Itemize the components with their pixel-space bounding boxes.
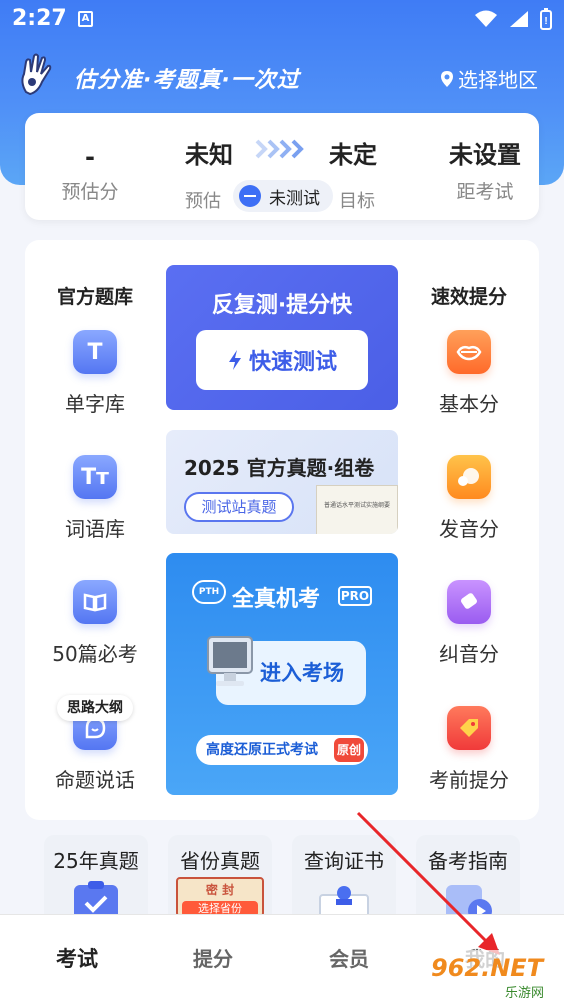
word-bank-label: 词语库	[65, 517, 125, 541]
battery-icon: !	[540, 8, 552, 30]
basic-score[interactable]: 基本分	[409, 330, 529, 417]
hand-logo-icon	[21, 53, 52, 96]
tab-exam[interactable]: 考试	[17, 943, 137, 973]
estimated-score-value: -	[85, 143, 95, 171]
book-icon	[73, 580, 117, 624]
score-card[interactable]: - 预估分 未知 未定 预估 未测试 目标 未设置 距考试	[25, 113, 539, 220]
lightning-icon	[228, 350, 241, 370]
exam-book-image: 普通话水平测试实施纲要	[316, 485, 398, 534]
select-province-tag: 选择省份	[182, 901, 258, 915]
official-exam-title: 2025 官方真题·组卷	[184, 456, 375, 480]
estimate-label: 预估	[185, 191, 221, 212]
correction-score[interactable]: 纠音分	[409, 580, 529, 667]
outline-tag: 思路大纲	[57, 695, 133, 721]
quick-link-province-exams[interactable]: 省份真题 密 封 选择省份	[168, 835, 272, 915]
slogan-text: 估分准·考题真·一次过	[74, 68, 300, 93]
watermark-sub: 乐游网	[505, 986, 545, 1001]
mock-exam-title: 全真机考	[232, 587, 321, 612]
pronunciation-label: 发音分	[439, 517, 499, 541]
notification-a-icon: A	[78, 11, 93, 27]
fifty-essays-label: 50篇必考	[52, 642, 138, 666]
exam-countdown-label: 距考试	[456, 181, 514, 203]
pre-exam-boost[interactable]: 考前提分	[409, 706, 529, 793]
text-t-icon: T	[73, 330, 117, 374]
site-watermark: 962.NET 乐游网	[425, 950, 560, 1001]
status-bar: 2:27 A !	[0, 0, 564, 40]
watermark-text: 962.NET	[431, 954, 544, 982]
pro-badge: PRO	[338, 586, 372, 606]
fifty-essays[interactable]: 50篇必考	[35, 580, 155, 667]
lips-icon	[447, 330, 491, 374]
original-badge: 原创	[334, 738, 364, 762]
target-status: 未定	[329, 141, 377, 169]
quick-test-button[interactable]: 快速测试	[196, 330, 368, 390]
quick-test-banner[interactable]: 反复测·提分快 快速测试	[166, 265, 398, 410]
wifi-icon	[475, 10, 497, 27]
svg-text:!: !	[544, 16, 547, 27]
realistic-exam-footer: 高度还原正式考试 原创	[196, 735, 368, 765]
correction-label: 纠音分	[439, 642, 499, 666]
quick-test-button-label: 快速测试	[248, 350, 337, 375]
quick-test-title: 反复测·提分快	[211, 293, 353, 318]
single-char-bank[interactable]: T 单字库	[35, 330, 155, 417]
tab-boost[interactable]: 提分	[153, 943, 273, 972]
pre-exam-label: 考前提分	[429, 768, 509, 792]
basic-score-label: 基本分	[439, 392, 499, 416]
mock-exam-banner[interactable]: PTH 全真机考 PRO 进入考场 高度还原正式考试 原创	[166, 553, 398, 795]
clipboard-check-icon	[74, 881, 118, 915]
sealed-envelope-icon: 密 封 选择省份	[176, 877, 264, 915]
sealed-text: 密 封	[205, 883, 235, 897]
single-char-label: 单字库	[65, 392, 125, 416]
book-title: 普通话水平测试实施纲要	[323, 502, 390, 509]
topic-speaking-label: 命题说话	[55, 768, 135, 792]
price-tag-icon	[447, 706, 491, 750]
test-station-button[interactable]: 测试站真题	[184, 492, 294, 522]
minus-circle-icon	[239, 185, 261, 207]
status-icons: !	[474, 8, 552, 30]
untested-pill[interactable]: 未测试	[233, 180, 333, 212]
main-feature-card: 官方题库 速效提分 T 单字库 Tт 词语库 50篇必考 命题说话 思路大纲 基…	[25, 240, 539, 820]
word-bank[interactable]: Tт 词语库	[35, 455, 155, 542]
quick-link-label: 省份真题	[180, 849, 260, 873]
slogan-row: 估分准·考题真·一次过 选择地区	[12, 52, 552, 100]
signal-icon	[510, 11, 528, 27]
estimate-status: 未知	[185, 141, 233, 169]
exam-date-status[interactable]: 未设置	[435, 135, 535, 170]
select-region-button[interactable]: 选择地区	[440, 64, 538, 93]
text-tt-icon: Tт	[73, 455, 117, 499]
official-exam-banner[interactable]: 2025 官方真题·组卷 测试站真题 普通话水平测试实施纲要	[166, 430, 398, 534]
pth-logo: PTH	[192, 580, 226, 604]
estimated-score-label: 预估分	[61, 181, 119, 203]
target-label: 目标	[339, 191, 375, 212]
region-label: 选择地区	[458, 68, 538, 92]
quick-link-label: 25年真题	[53, 849, 139, 873]
quick-boost-title: 速效提分	[430, 286, 507, 308]
annotation-arrow	[356, 811, 500, 955]
eraser-icon	[447, 580, 491, 624]
pronunciation-icon	[447, 455, 491, 499]
chevrons-right-icon	[255, 139, 304, 159]
location-pin-icon	[441, 70, 453, 87]
official-bank-title: 官方题库	[56, 286, 133, 308]
quick-link-2025-exams[interactable]: 25年真题	[44, 835, 148, 915]
computer-monitor-icon	[207, 636, 253, 686]
pronunciation-score[interactable]: 发音分	[409, 455, 529, 542]
status-time: 2:27	[12, 6, 67, 31]
footer-text: 高度还原正式考试	[206, 742, 318, 758]
pill-label: 未测试	[269, 188, 320, 209]
